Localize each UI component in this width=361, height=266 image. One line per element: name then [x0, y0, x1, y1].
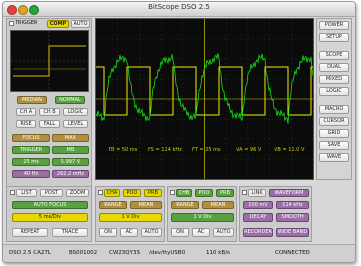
list-checkbox[interactable] [10, 190, 15, 195]
cha-auto-button[interactable]: AUTO [141, 228, 162, 237]
status-rate: 110 kB/s [206, 250, 230, 256]
chb-mean-button[interactable]: MEAN [202, 201, 234, 209]
link-mv-field[interactable]: 100 mV [243, 201, 273, 209]
smooth-button[interactable]: SMOOTH [276, 213, 309, 222]
list-button[interactable]: LIST [16, 189, 37, 197]
app-window: BitScope DSO 2.5 TRIGGER COMP AUTO MEDIA… [2, 1, 356, 263]
trigger-source-button[interactable]: TRIGGER [12, 146, 50, 154]
window-title: BitScope DSO 2.5 [148, 3, 210, 11]
tb-readout: TB = 50 ms [108, 147, 138, 153]
status-model: DSO 2.5 CA27L [9, 250, 51, 256]
cha-poo-button[interactable]: POO [123, 189, 141, 197]
ft-readout: FT = 25 ms [192, 147, 221, 153]
repeat-button[interactable]: REPEAT [12, 228, 48, 237]
logic-trigger-button[interactable]: LOGIC [63, 108, 88, 116]
grid-button[interactable]: GRID [319, 129, 349, 138]
fall-button[interactable]: FALL [39, 120, 60, 128]
normal-button[interactable]: NORMAL [55, 96, 85, 104]
focus-button[interactable]: FOCUS [12, 134, 50, 142]
max-button[interactable]: MAX [52, 134, 89, 142]
post-button[interactable]: POST [40, 189, 63, 197]
mb-button[interactable]: MB [52, 146, 89, 154]
fs-readout: FS = 114 kHz [148, 147, 182, 153]
title-bar: BitScope DSO 2.5 [3, 2, 355, 17]
chb-range-button[interactable]: RANGE [171, 201, 199, 209]
chb-poo-button[interactable]: POO [195, 189, 213, 197]
trigger-freq-field[interactable]: 40 Hz [12, 170, 50, 178]
chb-ac-button[interactable]: AC [192, 228, 210, 237]
link-checkbox[interactable] [242, 190, 247, 195]
cha-prb-button[interactable]: PRB [144, 189, 162, 197]
trigger-auto-button[interactable]: AUTO [71, 20, 90, 28]
link-khz-field[interactable]: 114 kHz [276, 201, 309, 209]
chb-on-button[interactable]: ON [171, 228, 189, 237]
chb-checkbox[interactable] [170, 190, 175, 195]
wave-button[interactable]: WAVE [319, 153, 349, 162]
cha-volts-selector[interactable]: 1 V Div [99, 213, 162, 222]
waveform-button[interactable]: WAVEFORM [269, 189, 309, 197]
status-state: CONNECTED [275, 250, 310, 256]
scope-display: TB = 50 ms FS = 114 kHz FT = 25 ms VA = … [95, 18, 314, 180]
macro-button[interactable]: MACRO [319, 105, 349, 114]
trigger-comp-button[interactable]: COMP [47, 20, 69, 28]
vb-readout: VB = 11.0 V [274, 147, 305, 153]
wide-band-button[interactable]: WIDE BAND [276, 228, 309, 237]
power-button[interactable]: POWER [319, 21, 349, 30]
trace-button[interactable]: TRACE [52, 228, 88, 237]
decay-button[interactable]: DECAY [243, 213, 273, 222]
dual-button[interactable]: DUAL [319, 63, 349, 72]
chb-button[interactable]: CHB [176, 189, 192, 197]
scope-button[interactable]: SCOPE [319, 51, 349, 60]
cha-range-button[interactable]: RANGE [99, 201, 127, 209]
auto-focus-button[interactable]: AUTO FOCUS [12, 201, 88, 209]
cha-ac-button[interactable]: AC [120, 228, 138, 237]
trigger-checkbox[interactable] [9, 21, 14, 26]
cha-checkbox[interactable] [98, 190, 103, 195]
zoom-button-timebase[interactable]: ZOOM [66, 189, 89, 197]
recorder-button[interactable]: RECORDER [243, 228, 273, 237]
save-button[interactable]: SAVE [319, 141, 349, 150]
va-readout: VA = 96 V [236, 147, 262, 153]
median-button[interactable]: MEDIAN [17, 96, 47, 104]
trigger-preview-trace [11, 31, 88, 91]
status-device: /dev/ttyUSB0 [149, 250, 186, 256]
trigger-hz-field[interactable]: 262.2 mHz [52, 170, 89, 178]
link-button[interactable]: LINK [248, 189, 266, 197]
chb-auto-button[interactable]: AUTO [213, 228, 234, 237]
cha-mean-button[interactable]: MEAN [130, 201, 162, 209]
trigger-volts-field[interactable]: 5.997 V [52, 158, 89, 166]
trigger-time-field[interactable]: 25 ms [12, 158, 50, 166]
mixed-button[interactable]: MIXED [319, 75, 349, 84]
status-bar: DSO 2.5 CA27L BS001002 CW23QY3S /dev/tty… [3, 244, 355, 262]
status-id: CW23QY3S [109, 250, 140, 256]
timebase-selector[interactable]: 5 ms/Div [12, 213, 88, 222]
chb-volts-selector[interactable]: 1 V Div [171, 213, 234, 222]
cursor-button[interactable]: CURSOR [319, 117, 349, 126]
cha-button[interactable]: CHA [104, 189, 120, 197]
ch-b-button[interactable]: CH B [39, 108, 60, 116]
trigger-preview [10, 30, 89, 92]
scope-plot [96, 19, 313, 179]
trigger-label: TRIGGER [15, 20, 38, 26]
ch-a-button[interactable]: CH A [16, 108, 36, 116]
status-serial: BS001002 [69, 250, 98, 256]
logic-button[interactable]: LOGIC [319, 87, 349, 96]
setup-button[interactable]: SETUP [319, 33, 349, 42]
level-button[interactable]: LEVEL [63, 120, 88, 128]
rise-button[interactable]: RISE [16, 120, 36, 128]
chb-prb-button[interactable]: PRB [216, 189, 234, 197]
cha-on-button[interactable]: ON [99, 228, 117, 237]
